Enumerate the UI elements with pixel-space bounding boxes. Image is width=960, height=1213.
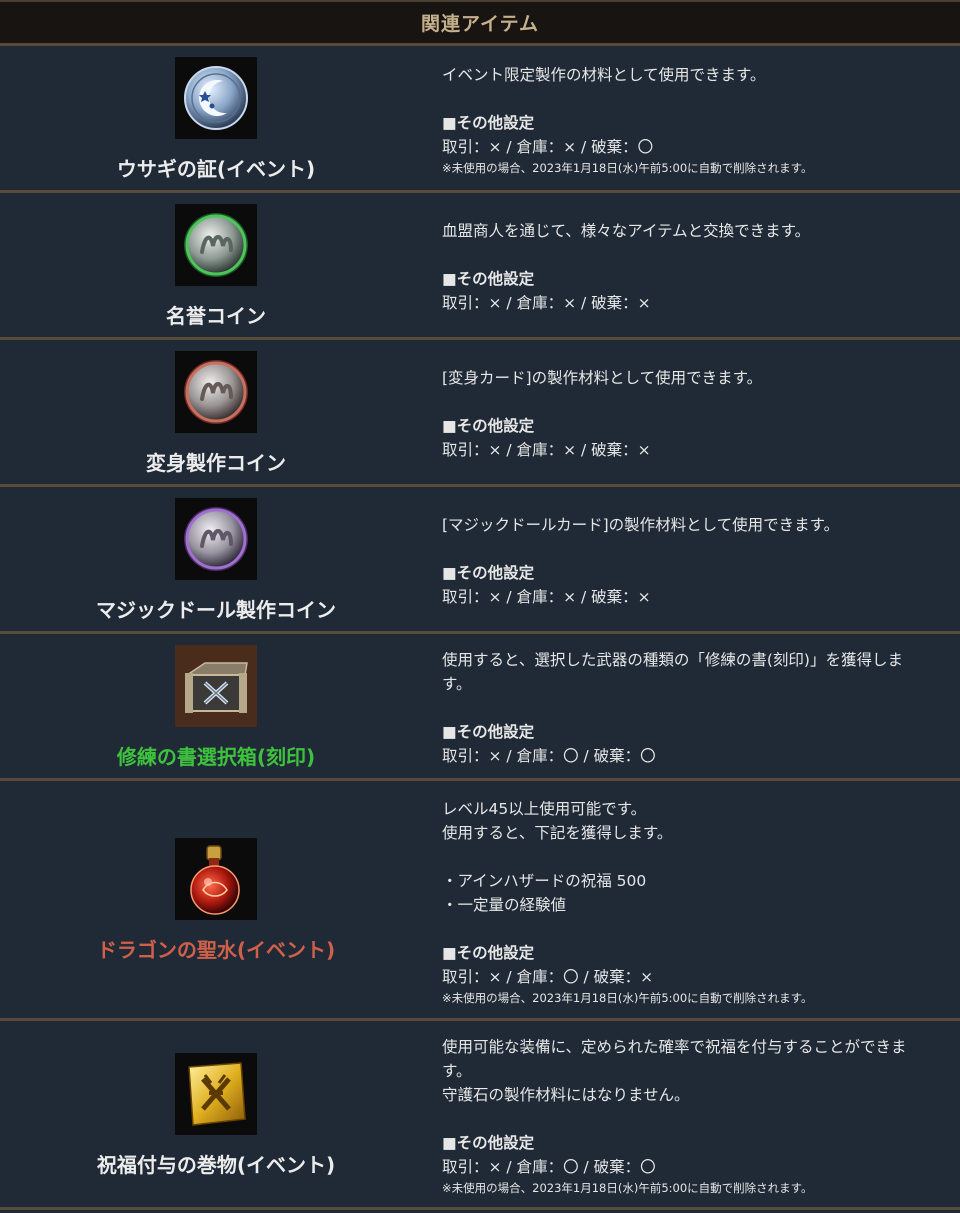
- description-line: レベル45以上使用可能です。: [442, 799, 647, 818]
- item-row: ウサギの証(イベント) イベント限定製作の材料として使用できます。 ■その他設定…: [0, 46, 960, 193]
- item-row: 修練の書選択箱(刻印) 使用すると、選択した武器の種類の「修練の書(刻印)」を獲…: [0, 634, 960, 781]
- blessing-scroll-icon: [175, 1052, 257, 1135]
- description-line: 守護石の製作材料にはなりません。: [442, 1086, 690, 1104]
- section-title: ■その他設定: [442, 1134, 535, 1152]
- description-line: イベント限定製作の材料として使用できます。: [442, 66, 766, 84]
- description-line: [変身カード]の製作材料として使用できます。: [442, 369, 763, 387]
- section-title: ■その他設定: [442, 943, 535, 962]
- item-identity: 祝福付与の巻物(イベント): [0, 1021, 432, 1207]
- description-line: 使用すると、下記を獲得します。: [442, 823, 673, 842]
- related-items-header: 関連アイテム: [0, 0, 960, 46]
- item-name: ドラゴンの聖水(イベント): [96, 938, 336, 962]
- item-description: [変身カード]の製作材料として使用できます。 ■その他設定 取引：× / 倉庫：…: [432, 340, 960, 484]
- description-line: [マジックドールカード]の製作材料として使用できます。: [442, 516, 840, 534]
- description-line: す。: [442, 675, 472, 693]
- section-title: ■その他設定: [442, 723, 535, 741]
- settings-text: 取引：× / 倉庫：〇 / 破棄：〇: [442, 747, 656, 765]
- description-line: ・一定量の経験値: [442, 895, 567, 914]
- section-title: ■その他設定: [442, 564, 535, 582]
- item-row: マジックドール製作コイン [マジックドールカード]の製作材料として使用できます。…: [0, 487, 960, 634]
- item-name: 変身製作コイン: [146, 450, 286, 475]
- description-line: ・アインハザードの祝福 500: [442, 871, 647, 890]
- description-line: [442, 845, 950, 869]
- item-identity: ウサギの証(イベント): [0, 46, 432, 190]
- section-title: ■その他設定: [442, 417, 535, 435]
- item-name: マジックドール製作コイン: [96, 597, 336, 622]
- item-identity: マジックドール製作コイン: [0, 487, 432, 631]
- item-description: 使用可能な装備に、定められた確率で祝福を付与することができま す。 守護石の製作…: [432, 1021, 960, 1207]
- item-description: レベル45以上使用可能です。 使用すると、下記を獲得します。 ・アインハザードの…: [432, 781, 960, 1018]
- description-line: 血盟商人を通じて、様々なアイテムと交換できます。: [442, 222, 811, 240]
- honor-coin-icon: [175, 203, 257, 286]
- item-name: 名誉コイン: [166, 303, 266, 328]
- settings-text: 取引：× / 倉庫：× / 破棄：×: [442, 441, 651, 459]
- section-title: ■その他設定: [442, 114, 535, 132]
- item-description: イベント限定製作の材料として使用できます。 ■その他設定 取引：× / 倉庫：×…: [432, 46, 960, 190]
- treasure-chest-icon: [175, 644, 257, 727]
- description-line: 使用可能な装備に、定められた確率で祝福を付与することができま: [442, 1038, 907, 1056]
- expiry-note: ※未使用の場合、2023年1月18日(水)午前5:00に自動で削除されます。: [442, 1181, 813, 1195]
- item-identity: ドラゴンの聖水(イベント): [0, 781, 432, 1018]
- settings-text: 取引：× / 倉庫：〇 / 破棄：〇: [442, 1158, 656, 1176]
- settings-text: 取引：× / 倉庫：× / 破棄：〇: [442, 138, 654, 156]
- item-row: 祝福付与の巻物(イベント) 使用可能な装備に、定められた確率で祝福を付与すること…: [0, 1021, 960, 1210]
- item-name: 修練の書選択箱(刻印): [116, 744, 316, 769]
- magic-doll-coin-icon: [175, 497, 257, 580]
- item-description: [マジックドールカード]の製作材料として使用できます。 ■その他設定 取引：× …: [432, 487, 960, 631]
- item-identity: 変身製作コイン: [0, 340, 432, 484]
- settings-text: 取引：× / 倉庫：× / 破棄：×: [442, 294, 651, 312]
- holy-water-potion-icon: [175, 838, 257, 920]
- expiry-note: ※未使用の場合、2023年1月18日(水)午前5:00に自動で削除されます。: [442, 161, 813, 175]
- section-title: ■その他設定: [442, 270, 535, 288]
- item-name: ウサギの証(イベント): [116, 156, 316, 181]
- item-identity: 修練の書選択箱(刻印): [0, 634, 432, 778]
- expiry-note: ※未使用の場合、2023年1月18日(水)午前5:00に自動で削除されます。: [442, 990, 813, 1005]
- item-description: 使用すると、選択した武器の種類の「修練の書(刻印)」を獲得しま す。 ■その他設…: [432, 634, 960, 778]
- item-row: 名誉コイン 血盟商人を通じて、様々なアイテムと交換できます。 ■その他設定 取引…: [0, 193, 960, 340]
- item-row: ドラゴンの聖水(イベント) レベル45以上使用可能です。 使用すると、下記を獲得…: [0, 781, 960, 1021]
- moon-star-coin-icon: [175, 56, 257, 139]
- settings-text: 取引：× / 倉庫：〇 / 破棄：×: [442, 967, 654, 986]
- description-line: 使用すると、選択した武器の種類の「修練の書(刻印)」を獲得しま: [442, 651, 903, 669]
- item-description: 血盟商人を通じて、様々なアイテムと交換できます。 ■その他設定 取引：× / 倉…: [432, 193, 960, 337]
- description-line: す。: [442, 1062, 472, 1080]
- item-identity: 名誉コイン: [0, 193, 432, 337]
- transform-coin-icon: [175, 350, 257, 433]
- header-title: 関連アイテム: [420, 13, 540, 35]
- settings-text: 取引：× / 倉庫：× / 破棄：×: [442, 588, 651, 606]
- item-name: 祝福付与の巻物(イベント): [96, 1152, 336, 1177]
- item-row: 変身製作コイン [変身カード]の製作材料として使用できます。 ■その他設定 取引…: [0, 340, 960, 487]
